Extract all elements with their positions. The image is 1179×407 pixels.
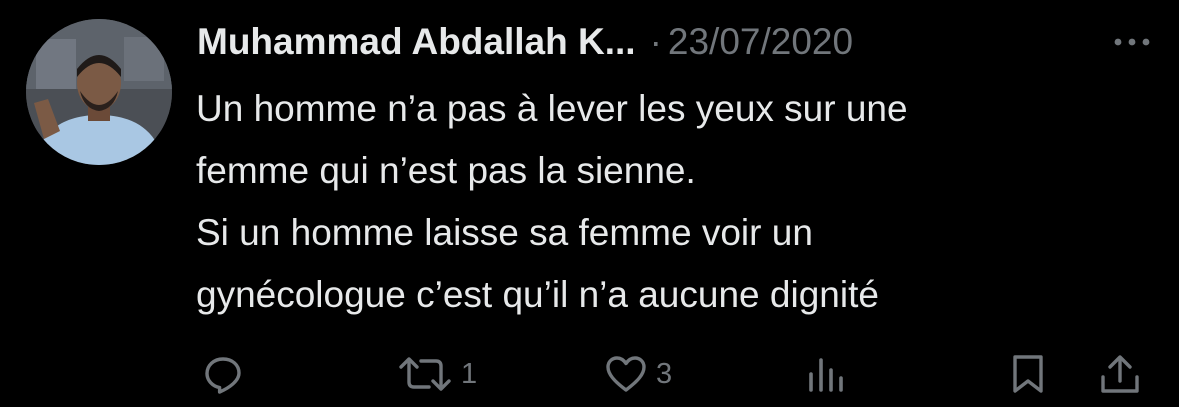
bookmark-icon bbox=[1010, 353, 1046, 395]
like-count: 3 bbox=[656, 358, 673, 390]
reply-icon bbox=[203, 354, 243, 394]
tweet-text: Un homme n’a pas à lever les yeux sur un… bbox=[196, 78, 1146, 326]
share-icon bbox=[1098, 353, 1142, 395]
author-name[interactable]: Muhammad Abdallah K... bbox=[197, 14, 636, 70]
tweet-text-line: femme qui n’est pas la sienne. bbox=[196, 150, 696, 191]
avatar[interactable] bbox=[26, 19, 172, 165]
retweet-count: 1 bbox=[461, 358, 478, 390]
like-button[interactable]: 3 bbox=[604, 348, 672, 400]
tweet-date[interactable]: 23/07/2020 bbox=[668, 14, 853, 70]
bookmark-button[interactable] bbox=[1010, 348, 1046, 400]
header-separator: · bbox=[649, 21, 662, 62]
share-button[interactable] bbox=[1098, 348, 1142, 400]
tweet-text-line: gynécologue c’est qu’il n’a aucune digni… bbox=[196, 274, 879, 315]
retweet-button[interactable]: 1 bbox=[397, 348, 477, 400]
heart-icon bbox=[604, 354, 648, 394]
tweet-header: Muhammad Abdallah K... · 23/07/2020 bbox=[197, 14, 853, 70]
retweet-icon bbox=[397, 354, 453, 394]
reply-button[interactable] bbox=[203, 348, 243, 400]
tweet-text-line: Si un homme laisse sa femme voir un bbox=[196, 212, 813, 253]
tweet-text-line: Un homme n’a pas à lever les yeux sur un… bbox=[196, 88, 908, 129]
tweet: Muhammad Abdallah K... · 23/07/2020 Un h… bbox=[0, 0, 1179, 407]
views-icon bbox=[805, 354, 849, 394]
views-button[interactable] bbox=[805, 348, 849, 400]
more-options-icon[interactable] bbox=[1112, 30, 1152, 54]
